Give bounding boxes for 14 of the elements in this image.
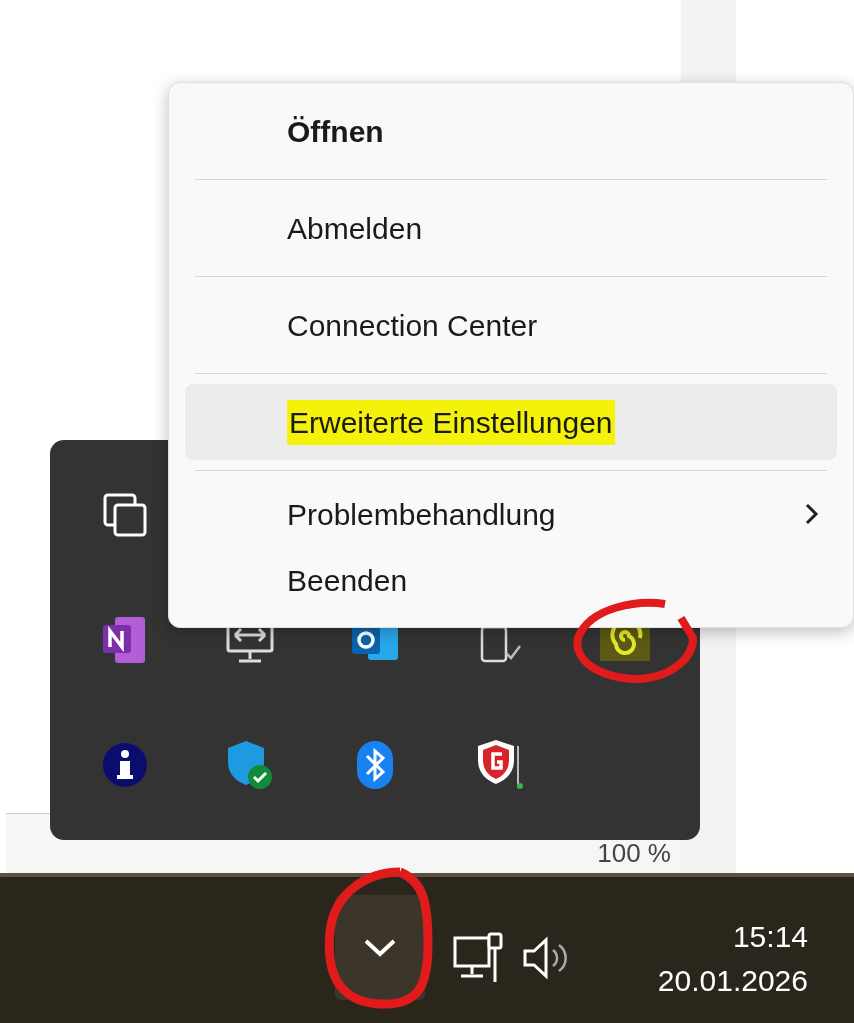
menu-item[interactable]: Problembehandlung <box>185 481 837 547</box>
info-icon[interactable] <box>100 740 149 789</box>
zoom-level: 100 % <box>597 837 671 870</box>
menu-item[interactable]: Beenden <box>185 547 837 613</box>
menu-item[interactable]: Öffnen <box>185 93 837 169</box>
clock-time: 15:14 <box>732 919 808 955</box>
network-icon[interactable] <box>453 932 505 984</box>
menu-item[interactable]: Erweiterte Einstellungen <box>185 384 837 460</box>
clock-date: 20.01.2026 <box>657 963 808 999</box>
menu-item[interactable]: Connection Center <box>185 287 837 363</box>
chevron-down-icon <box>363 937 397 958</box>
chevron-right-icon <box>805 502 819 526</box>
menu-item[interactable]: Abmelden <box>185 190 837 266</box>
clock-button[interactable]: 15:14 20.01.2026 <box>657 915 808 1003</box>
